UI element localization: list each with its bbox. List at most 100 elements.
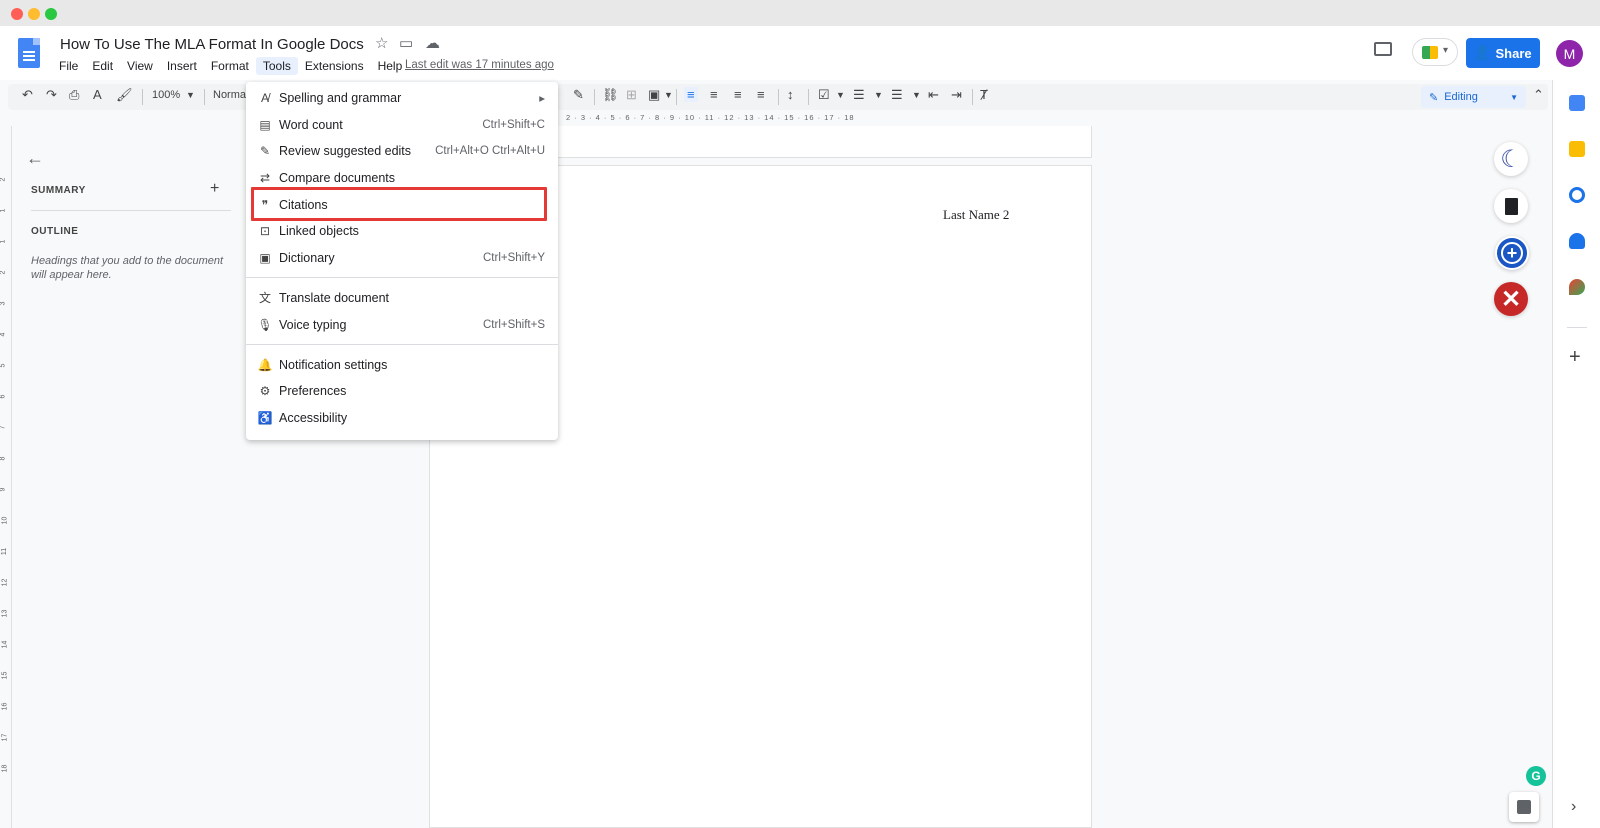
print-icon[interactable]: ⎙ [69, 87, 79, 103]
menu-item-voice-typing[interactable]: 🎙 Voice typing Ctrl+Shift+S [246, 311, 558, 338]
ruler-tick-label: 1 [0, 239, 7, 244]
paint-format-icon[interactable]: 🖌 [116, 87, 133, 103]
insert-image-icon[interactable]: ▣ [648, 87, 660, 103]
chevron-down-icon: ▾ [1443, 45, 1449, 56]
align-center-icon[interactable]: ≡ [710, 87, 718, 102]
close-window-button[interactable] [11, 8, 23, 20]
keep-icon[interactable] [1569, 141, 1585, 157]
line-spacing-icon[interactable]: ↕ [787, 87, 794, 102]
side-panel: + › [1552, 80, 1600, 828]
menu-item-accessibility[interactable]: ♿ Accessibility [246, 405, 558, 432]
clear-formatting-icon[interactable]: Ⱦ [980, 87, 988, 102]
bell-icon: 🔔 [257, 357, 273, 372]
menu-item-shortcut: Ctrl+Shift+Y [483, 251, 545, 264]
menu-item-label: Notification settings [279, 357, 388, 372]
add-comment-icon[interactable]: ⊞ [626, 87, 637, 103]
minimize-window-button[interactable] [28, 8, 40, 20]
decrease-indent-icon[interactable]: ⇤ [928, 87, 939, 103]
link-icon[interactable]: ⛓ [602, 87, 619, 103]
menu-item-notification-settings[interactable]: 🔔 Notification settings [246, 351, 558, 378]
window-titlebar [0, 0, 1600, 26]
align-right-icon[interactable]: ≡ [734, 87, 742, 102]
ruler-tick-label: 15 [1, 671, 9, 680]
comment-history-icon[interactable] [1374, 42, 1392, 56]
page-header-text[interactable]: Last Name 2 [943, 207, 1009, 223]
menu-item-label: Compare documents [279, 171, 396, 186]
ruler-tick-label: 2 [0, 270, 7, 275]
menu-file[interactable]: File [52, 57, 85, 75]
share-button[interactable]: 👤 Share [1466, 38, 1540, 68]
divider [1567, 327, 1587, 328]
back-arrow-icon[interactable]: ← [26, 148, 44, 169]
menu-item-shortcut: Ctrl+Shift+C [482, 118, 545, 131]
explore-button[interactable] [1509, 792, 1539, 822]
microphone-icon: 🎙 [257, 317, 273, 332]
redo-icon[interactable]: ↷ [46, 87, 57, 103]
menu-divider [246, 277, 558, 279]
style-select[interactable]: Normal [213, 89, 248, 101]
ruler-tick-label: 14 [1, 640, 9, 649]
menu-item-preferences[interactable]: ⚙ Preferences [246, 378, 558, 405]
share-button-label: Share [1495, 45, 1532, 61]
menu-view[interactable]: View [120, 57, 160, 75]
tasks-icon[interactable] [1569, 187, 1585, 203]
pencil-icon: ✎ [1429, 91, 1439, 104]
collapse-menus-icon[interactable]: ⌃ [1533, 87, 1544, 103]
editing-mode-button[interactable]: ✎ Editing ▼ [1421, 86, 1526, 108]
document-icon[interactable] [1494, 189, 1528, 223]
chevron-right-icon[interactable]: › [1571, 798, 1576, 816]
close-circle-icon[interactable]: ✕ [1494, 282, 1528, 316]
menu-item-word-count[interactable]: ▤ Word count Ctrl+Shift+C [246, 112, 558, 139]
contacts-icon[interactable] [1569, 233, 1585, 249]
ruler-tick-label: 4 [0, 332, 7, 337]
menu-insert[interactable]: Insert [160, 57, 204, 75]
menu-help[interactable]: Help [371, 57, 410, 75]
grammarly-icon[interactable]: G [1526, 766, 1546, 786]
highlight-icon[interactable]: ✎ [573, 87, 584, 103]
get-addons-icon[interactable]: + [1569, 346, 1581, 369]
vertical-ruler[interactable]: 2 1 1 2 3 4 5 6 7 8 9 10 11 12 13 14 15 16 17 18 [0, 126, 12, 828]
bulleted-list-icon[interactable]: ☰ [853, 87, 865, 103]
menu-item-review-suggested-edits[interactable]: ✎ Review suggested edits Ctrl+Alt+O Ctrl+A… [246, 138, 558, 165]
last-edit-link[interactable]: Last edit was 17 minutes ago [405, 59, 554, 71]
menu-item-linked-objects[interactable]: ⊡ Linked objects [246, 218, 558, 245]
maps-icon[interactable] [1569, 279, 1585, 295]
ruler-tick-label: 6 [0, 394, 7, 399]
star-icon[interactable]: ☆ [375, 34, 388, 52]
add-circle-icon[interactable]: + [1495, 236, 1529, 270]
menu-item-spelling-and-grammar[interactable]: A̸ Spelling and grammar ▸ [246, 85, 558, 112]
horizontal-ruler[interactable]: 2 · 3 · 4 · 5 · 6 · 7 · 8 · 9 · 10 · 11 … [566, 113, 1092, 125]
cloud-status-icon[interactable]: ☁ [425, 34, 440, 52]
menu-edit[interactable]: Edit [85, 57, 120, 75]
spellcheck-icon: A̸ [260, 91, 269, 106]
zoom-select[interactable]: 100% [152, 89, 180, 101]
avatar[interactable]: M [1556, 40, 1583, 67]
justify-icon[interactable]: ≡ [757, 87, 765, 102]
calendar-icon[interactable] [1569, 95, 1585, 111]
menu-tools[interactable]: Tools [255, 57, 298, 75]
menu-format[interactable]: Format [204, 57, 256, 75]
add-summary-icon[interactable]: + [210, 180, 219, 198]
meet-button[interactable]: ▾ [1412, 38, 1458, 66]
menu-item-label: Review suggested edits [279, 144, 412, 159]
increase-indent-icon[interactable]: ⇥ [951, 87, 962, 103]
dark-mode-icon[interactable]: ☾ [1494, 142, 1528, 176]
move-folder-icon[interactable]: ▭ [399, 34, 413, 52]
menu-extensions[interactable]: Extensions [298, 57, 371, 75]
align-left-icon[interactable]: ≡ [684, 87, 698, 102]
menu-item-translate-document[interactable]: 文 Translate document [246, 285, 558, 312]
menu-item-label: Accessibility [279, 410, 348, 425]
undo-icon[interactable]: ↶ [22, 87, 33, 103]
maximize-window-button[interactable] [45, 8, 57, 20]
ruler-tick-label: 18 [1, 764, 9, 773]
checklist-icon[interactable]: ☑ [818, 87, 830, 103]
docs-logo-icon[interactable] [18, 38, 40, 68]
ruler-tick-label: 12 [1, 578, 9, 587]
word-count-icon: ▤ [259, 117, 271, 132]
numbered-list-icon[interactable]: ☰ [891, 87, 903, 103]
document-title[interactable]: How To Use The MLA Format In Google Docs [60, 36, 364, 53]
ruler-tick-label: 13 [1, 609, 9, 618]
spellcheck-icon[interactable]: A [93, 87, 102, 102]
menu-item-dictionary[interactable]: ▣ Dictionary Ctrl+Shift+Y [246, 245, 558, 272]
menu-item-shortcut: Ctrl+Alt+O Ctrl+Alt+U [435, 145, 545, 158]
